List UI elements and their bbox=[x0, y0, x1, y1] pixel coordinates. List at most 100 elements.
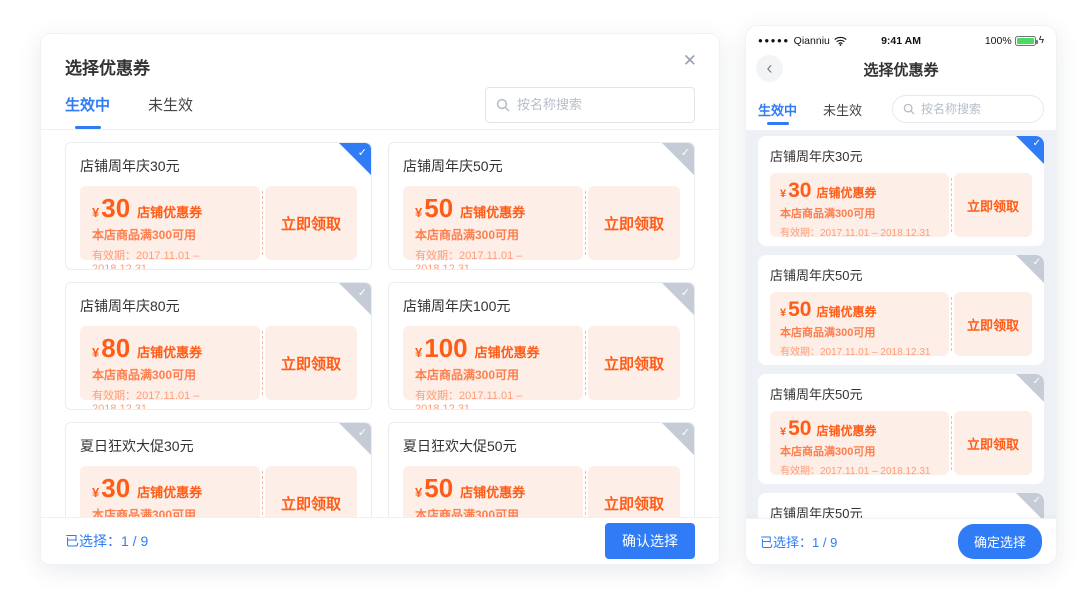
nav-bar: ‹ 选择优惠券 bbox=[746, 50, 1056, 88]
claim-button[interactable]: 立即领取 bbox=[265, 326, 357, 400]
modal-header: 选择优惠券 ✕ bbox=[41, 34, 719, 80]
claim-button[interactable]: 立即领取 bbox=[954, 292, 1032, 356]
claim-button[interactable]: 立即领取 bbox=[954, 173, 1032, 237]
ticket-notch bbox=[581, 461, 590, 470]
ticket-notch bbox=[948, 407, 956, 415]
ticket-notch bbox=[948, 233, 956, 241]
coupon-ticket: ¥ 50 店铺优惠券 本店商品满300可用 有效期：2017.11.01 – 2… bbox=[770, 411, 1032, 475]
coupon-card[interactable]: ✓ 店铺周年庆50元 ¥ 50 店铺优惠券 本店商品满300可用 有效期：201… bbox=[758, 493, 1044, 518]
coupon-type-label: 店铺优惠券 bbox=[460, 482, 525, 501]
coupon-type-label: 店铺优惠券 bbox=[137, 342, 202, 361]
ticket-notch bbox=[948, 471, 956, 479]
modal-footer: 已选择：1 / 9 确认选择 bbox=[41, 517, 719, 564]
coupon-type-label: 店铺优惠券 bbox=[137, 482, 202, 501]
tab-label: 未生效 bbox=[823, 100, 862, 119]
clock: 9:41 AM bbox=[881, 35, 921, 47]
coupon-title: 店铺周年庆30元 bbox=[770, 146, 1032, 165]
coupon-amount: 100 bbox=[424, 335, 467, 361]
coupon-title: 店铺周年庆80元 bbox=[80, 296, 357, 316]
coupon-condition: 本店商品满300可用 bbox=[92, 226, 248, 243]
ticket-notch bbox=[948, 352, 956, 360]
close-icon[interactable]: ✕ bbox=[683, 52, 697, 69]
coupon-card[interactable]: ✓ 店铺周年庆50元 ¥ 50 店铺优惠券 本店商品满300可用 有效期：201… bbox=[758, 374, 1044, 484]
coupon-validity: 有效期：2017.11.01 – 2018.12.31 bbox=[92, 387, 248, 410]
coupon-condition: 本店商品满300可用 bbox=[415, 506, 571, 517]
claim-button[interactable]: 立即领取 bbox=[265, 466, 357, 517]
coupon-amount: 80 bbox=[101, 335, 130, 361]
coupon-title: 店铺周年庆50元 bbox=[770, 503, 1032, 518]
coupon-ticket: ¥ 30 店铺优惠券 本店商品满300可用 有效期：2017.11.01 – 2… bbox=[80, 466, 357, 517]
coupon-amount-row: ¥ 50 店铺优惠券 bbox=[415, 475, 571, 501]
confirm-button[interactable]: 确认选择 bbox=[605, 523, 695, 559]
coupon-type-label: 店铺优惠券 bbox=[816, 184, 876, 201]
search-box[interactable] bbox=[485, 87, 695, 123]
coupon-title: 夏日狂欢大促30元 bbox=[80, 436, 357, 456]
tab-inactive-coupons[interactable]: 未生效 bbox=[823, 88, 862, 130]
coupon-validity: 有效期：2017.11.01 – 2018.12.31 bbox=[780, 224, 939, 239]
coupon-amount: 50 bbox=[788, 418, 811, 439]
search-input[interactable] bbox=[921, 102, 1033, 116]
tab-inactive-coupons[interactable]: 未生效 bbox=[148, 80, 193, 129]
coupon-ticket: ¥ 100 店铺优惠券 本店商品满300可用 有效期：2017.11.01 – … bbox=[403, 326, 680, 400]
ticket-notch bbox=[581, 321, 590, 330]
coupon-stub: ¥ 50 店铺优惠券 本店商品满300可用 有效期：2017.11.01 – 2… bbox=[403, 186, 583, 260]
coupon-ticket: ¥ 50 店铺优惠券 本店商品满300可用 有效期：2017.11.01 – 2… bbox=[770, 292, 1032, 356]
coupon-card[interactable]: ✓ 店铺周年庆100元 ¥ 100 店铺优惠券 本店商品满300可用 有效期：2… bbox=[388, 282, 695, 410]
coupon-title: 店铺周年庆30元 bbox=[80, 156, 357, 176]
ticket-notch bbox=[258, 321, 267, 330]
coupon-card[interactable]: ✓ 店铺周年庆30元 ¥ 30 店铺优惠券 本店商品满300可用 有效期：201… bbox=[65, 142, 372, 270]
search-input[interactable] bbox=[517, 97, 693, 112]
currency-symbol: ¥ bbox=[92, 485, 99, 500]
back-button[interactable]: ‹ bbox=[756, 55, 783, 82]
tab-label: 生效中 bbox=[65, 94, 110, 115]
coupon-condition: 本店商品满300可用 bbox=[780, 324, 939, 340]
check-icon: ✓ bbox=[1033, 138, 1041, 149]
currency-symbol: ¥ bbox=[92, 345, 99, 360]
coupon-ticket: ¥ 30 店铺优惠券 本店商品满300可用 有效期：2017.11.01 – 2… bbox=[770, 173, 1032, 237]
charging-bolt-icon: ϟ bbox=[1039, 36, 1044, 46]
search-box[interactable] bbox=[892, 95, 1044, 123]
coupon-ticket: ¥ 50 店铺优惠券 本店商品满300可用 有效期：2017.11.01 – 2… bbox=[403, 186, 680, 260]
tab-active-coupons[interactable]: 生效中 bbox=[65, 80, 110, 129]
check-icon: ✓ bbox=[358, 286, 367, 299]
coupon-card[interactable]: ✓ 店铺周年庆50元 ¥ 50 店铺优惠券 本店商品满300可用 有效期：201… bbox=[758, 255, 1044, 365]
coupon-grid: ✓ 店铺周年庆30元 ¥ 30 店铺优惠券 本店商品满300可用 有效期：201… bbox=[41, 130, 719, 517]
coupon-card[interactable]: ✓ 店铺周年庆30元 ¥ 30 店铺优惠券 本店商品满300可用 有效期：201… bbox=[758, 136, 1044, 246]
coupon-title: 店铺周年庆50元 bbox=[403, 156, 680, 176]
coupon-condition: 本店商品满300可用 bbox=[415, 366, 571, 383]
claim-button[interactable]: 立即领取 bbox=[954, 411, 1032, 475]
ticket-notch bbox=[258, 181, 267, 190]
coupon-card[interactable]: ✓ 店铺周年庆50元 ¥ 50 店铺优惠券 本店商品满300可用 有效期：201… bbox=[388, 142, 695, 270]
coupon-stub: ¥ 30 店铺优惠券 本店商品满300可用 有效期：2017.11.01 – 2… bbox=[80, 186, 260, 260]
page-title: 选择优惠券 bbox=[863, 59, 938, 80]
check-icon: ✓ bbox=[358, 146, 367, 159]
ticket-notch bbox=[581, 181, 590, 190]
claim-button[interactable]: 立即领取 bbox=[588, 466, 680, 517]
currency-symbol: ¥ bbox=[780, 188, 786, 200]
coupon-select-modal: 选择优惠券 ✕ 生效中 未生效 ✓ 店铺周年庆30元 ¥ 30 店铺优惠券 本店… bbox=[40, 33, 720, 565]
mobile-coupon-list: ✓ 店铺周年庆30元 ¥ 30 店铺优惠券 本店商品满300可用 有效期：201… bbox=[746, 130, 1056, 518]
claim-button[interactable]: 立即领取 bbox=[588, 186, 680, 260]
coupon-amount: 30 bbox=[788, 180, 811, 201]
claim-button[interactable]: 立即领取 bbox=[265, 186, 357, 260]
modal-title: 选择优惠券 bbox=[65, 59, 150, 78]
currency-symbol: ¥ bbox=[415, 205, 422, 220]
currency-symbol: ¥ bbox=[92, 205, 99, 220]
selected-count: 已选择：1 / 9 bbox=[65, 531, 148, 551]
coupon-card[interactable]: ✓ 夏日狂欢大促30元 ¥ 30 店铺优惠券 本店商品满300可用 有效期：20… bbox=[65, 422, 372, 517]
check-icon: ✓ bbox=[681, 286, 690, 299]
ticket-notch bbox=[948, 288, 956, 296]
coupon-validity: 有效期：2017.11.01 – 2018.12.31 bbox=[415, 387, 571, 410]
coupon-type-label: 店铺优惠券 bbox=[475, 342, 540, 361]
coupon-card[interactable]: ✓ 夏日狂欢大促50元 ¥ 50 店铺优惠券 本店商品满300可用 有效期：20… bbox=[388, 422, 695, 517]
tab-active-coupons[interactable]: 生效中 bbox=[758, 88, 797, 130]
coupon-card[interactable]: ✓ 店铺周年庆80元 ¥ 80 店铺优惠券 本店商品满300可用 有效期：201… bbox=[65, 282, 372, 410]
coupon-type-label: 店铺优惠券 bbox=[816, 303, 876, 320]
ticket-notch bbox=[258, 396, 267, 405]
confirm-button[interactable]: 确定选择 bbox=[958, 524, 1042, 559]
coupon-amount: 30 bbox=[101, 475, 130, 501]
coupon-amount: 50 bbox=[424, 475, 453, 501]
currency-symbol: ¥ bbox=[780, 426, 786, 438]
claim-button[interactable]: 立即领取 bbox=[588, 326, 680, 400]
status-right: 100% ϟ bbox=[985, 35, 1044, 47]
